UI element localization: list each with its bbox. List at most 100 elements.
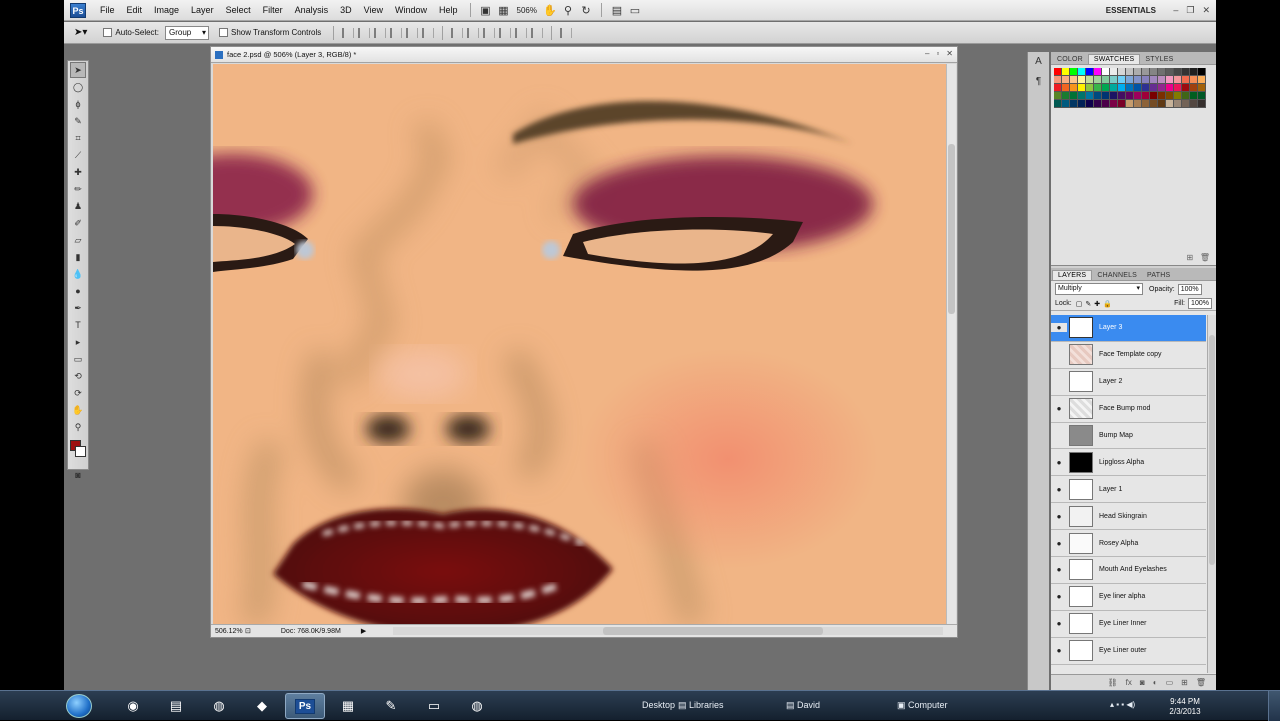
color-swatch[interactable] xyxy=(1158,68,1166,76)
color-swatch[interactable] xyxy=(1150,100,1158,108)
align-top-icon[interactable] xyxy=(342,27,355,38)
user-toolbar[interactable]: ▤ David xyxy=(786,700,820,711)
color-swatch[interactable] xyxy=(1190,68,1198,76)
firefox2-taskbar-icon[interactable]: ◍ xyxy=(457,693,497,719)
color-swatch[interactable] xyxy=(1182,68,1190,76)
color-swatch[interactable] xyxy=(1198,68,1206,76)
tab-color[interactable]: COLOR xyxy=(1052,55,1088,64)
align-hcenter-icon[interactable] xyxy=(406,27,419,38)
color-swatch[interactable] xyxy=(1054,84,1062,92)
minimize-icon[interactable]: – xyxy=(1173,0,1178,21)
color-swatch[interactable] xyxy=(1190,84,1198,92)
explorer-taskbar-icon[interactable]: ▤ xyxy=(156,693,196,719)
opacity-field[interactable]: 100% xyxy=(1177,283,1202,295)
color-swatch[interactable] xyxy=(1070,84,1078,92)
menu-filter[interactable]: Filter xyxy=(257,0,289,21)
color-swatch[interactable] xyxy=(1102,100,1110,108)
color-swatch[interactable] xyxy=(1126,68,1134,76)
layer-row[interactable]: ● Lipgloss Alpha xyxy=(1051,449,1206,477)
color-swatch[interactable] xyxy=(1150,68,1158,76)
background-color-swatch[interactable] xyxy=(75,446,86,457)
color-swatch[interactable] xyxy=(1166,92,1174,100)
visibility-eye-icon[interactable]: ● xyxy=(1051,565,1067,574)
hand-tool-icon[interactable]: ✋ xyxy=(70,402,86,418)
menu-3d[interactable]: 3D xyxy=(334,0,358,21)
menu-analysis[interactable]: Analysis xyxy=(289,0,335,21)
layers-scroll-thumb[interactable] xyxy=(1209,335,1215,565)
new-swatch-icon[interactable]: ⊞ xyxy=(1186,253,1193,262)
close-icon[interactable]: ✕ xyxy=(1202,0,1210,21)
color-swatch[interactable] xyxy=(1134,84,1142,92)
color-swatch[interactable] xyxy=(1102,84,1110,92)
color-swatch[interactable] xyxy=(1094,100,1102,108)
start-button[interactable] xyxy=(66,694,92,718)
color-swatch[interactable] xyxy=(1078,68,1086,76)
libraries-toolbar[interactable]: ▤ Libraries xyxy=(678,700,724,711)
color-swatch[interactable] xyxy=(1110,92,1118,100)
color-swatch[interactable] xyxy=(1182,76,1190,84)
visibility-eye-icon[interactable]: ● xyxy=(1051,404,1067,413)
color-swatch[interactable] xyxy=(1086,100,1094,108)
align-bottom-icon[interactable] xyxy=(374,27,387,38)
color-swatch[interactable] xyxy=(1198,92,1206,100)
show-desktop-button[interactable] xyxy=(1268,691,1280,721)
color-swatch[interactable] xyxy=(1078,100,1086,108)
color-swatch[interactable] xyxy=(1126,100,1134,108)
color-swatch[interactable] xyxy=(1134,92,1142,100)
quick-select-tool-icon[interactable]: ✎ xyxy=(70,113,86,129)
color-swatch[interactable] xyxy=(1086,84,1094,92)
color-swatch[interactable] xyxy=(1174,84,1182,92)
auto-select-checkbox[interactable] xyxy=(103,28,113,37)
color-swatch[interactable] xyxy=(1102,92,1110,100)
color-swatch[interactable] xyxy=(1158,92,1166,100)
photoshop-logo[interactable]: Ps xyxy=(70,2,86,18)
auto-select-dropdown[interactable]: Group xyxy=(164,25,209,40)
color-swatch[interactable] xyxy=(1190,92,1198,100)
menu-file[interactable]: File xyxy=(94,0,121,21)
color-swatch[interactable] xyxy=(1054,100,1062,108)
lock-transparency-icon[interactable]: ▢ xyxy=(1076,300,1083,308)
color-swatch[interactable] xyxy=(1166,100,1174,108)
add-mask-icon[interactable]: ◙ xyxy=(1140,678,1145,687)
color-swatch[interactable] xyxy=(1062,100,1070,108)
visibility-eye-icon[interactable]: ● xyxy=(1051,485,1067,494)
lock-all-icon[interactable]: 🔒 xyxy=(1103,300,1112,308)
color-swatch[interactable] xyxy=(1134,68,1142,76)
align-left-icon[interactable] xyxy=(390,27,403,38)
color-swatch[interactable] xyxy=(1150,84,1158,92)
color-swatch[interactable] xyxy=(1054,76,1062,84)
new-layer-icon[interactable]: ⊞ xyxy=(1181,678,1188,687)
layer-row[interactable]: Face Template copy xyxy=(1051,342,1206,369)
color-swatch[interactable] xyxy=(1198,76,1206,84)
layer-row[interactable]: ● Eye Liner Inner xyxy=(1051,611,1206,638)
chrome-taskbar-icon[interactable]: ◉ xyxy=(113,693,153,719)
color-swatch[interactable] xyxy=(1134,100,1142,108)
color-swatch[interactable] xyxy=(1062,84,1070,92)
color-swatch[interactable] xyxy=(1182,100,1190,108)
color-swatch[interactable] xyxy=(1174,76,1182,84)
crop-tool-icon[interactable]: ⌗ xyxy=(70,130,86,146)
menu-layer[interactable]: Layer xyxy=(185,0,220,21)
color-swatch[interactable] xyxy=(1070,92,1078,100)
color-swatch[interactable] xyxy=(1094,92,1102,100)
layer-style-icon[interactable]: fx xyxy=(1126,678,1132,687)
new-group-icon[interactable]: ▭ xyxy=(1166,678,1174,687)
pen-tool-icon[interactable]: ✒ xyxy=(70,300,86,316)
photoshop-taskbar-icon[interactable]: Ps xyxy=(285,693,325,719)
color-swatch[interactable] xyxy=(1110,100,1118,108)
rotate-view-icon[interactable]: ↻ xyxy=(577,2,595,18)
color-swatch[interactable] xyxy=(1078,92,1086,100)
image-canvas[interactable] xyxy=(213,64,946,624)
layer-row[interactable]: ● Layer 3 xyxy=(1051,315,1206,342)
tools-taskbar-icon[interactable]: ✎ xyxy=(371,693,411,719)
color-swatch[interactable] xyxy=(1118,84,1126,92)
color-swatch[interactable] xyxy=(1054,92,1062,100)
color-swatch[interactable] xyxy=(1134,76,1142,84)
path-select-tool-icon[interactable]: ▸ xyxy=(70,334,86,350)
color-swatch[interactable] xyxy=(1142,100,1150,108)
color-swatch[interactable] xyxy=(1062,76,1070,84)
color-swatch[interactable] xyxy=(1126,76,1134,84)
move-tool-preset-icon[interactable]: ➤▾ xyxy=(74,27,87,38)
color-swatch[interactable] xyxy=(1086,68,1094,76)
bridge-icon[interactable]: ▣ xyxy=(477,2,495,18)
